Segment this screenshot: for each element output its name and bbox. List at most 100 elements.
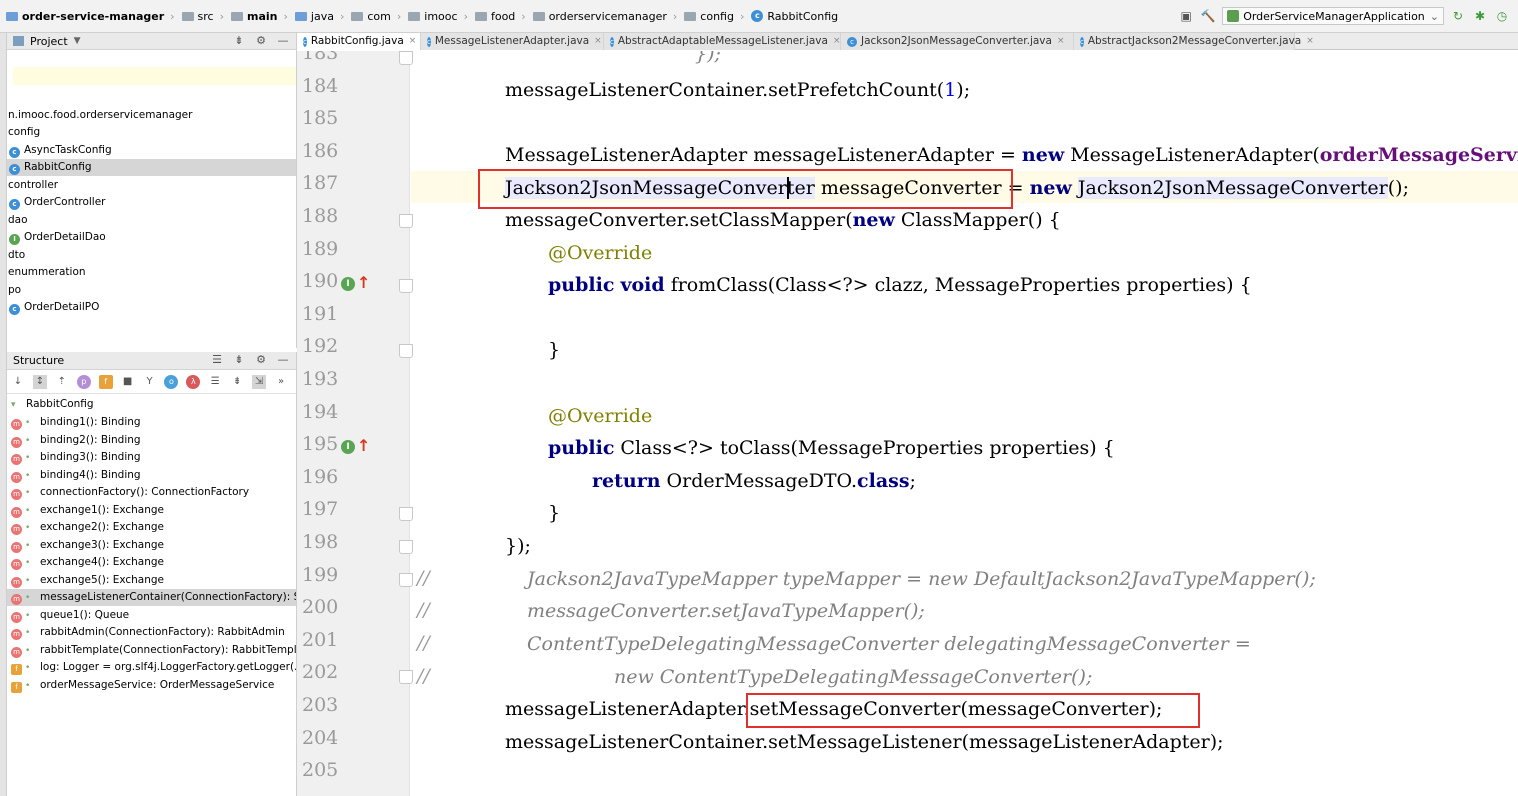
run-configuration-select[interactable]: OrderServiceManagerApplication ⌄ bbox=[1222, 7, 1444, 25]
project-tree-item[interactable]: dto bbox=[7, 247, 25, 264]
project-tree-item[interactable]: n.imooc.food.orderservicemanager bbox=[7, 107, 192, 124]
close-tab-icon[interactable]: × bbox=[1057, 33, 1065, 50]
breadcrumb-item[interactable]: config › bbox=[684, 10, 744, 23]
code-line-200: messageConverter.setJavaTypeMapper(); bbox=[527, 599, 925, 623]
project-icon bbox=[13, 36, 24, 46]
project-panel-header[interactable]: Project ▼ ⇟ ⚙ — bbox=[7, 33, 296, 50]
class-icon: c bbox=[9, 147, 20, 158]
breadcrumb-item[interactable]: order-service-manager › bbox=[6, 10, 175, 23]
breadcrumb-item[interactable]: c RabbitConfig bbox=[751, 10, 838, 23]
breadcrumb-item[interactable]: food › bbox=[474, 10, 526, 23]
code-token: } bbox=[548, 502, 561, 524]
filter-icon[interactable]: Y bbox=[143, 375, 157, 389]
sort-alpha-icon[interactable]: ↓ bbox=[11, 375, 25, 389]
breadcrumb-item[interactable]: com › bbox=[351, 10, 401, 23]
editor-tab[interactable]: c AbstractJackson2MessageConverter.java × bbox=[1074, 33, 1314, 50]
fold-marker-icon[interactable] bbox=[399, 279, 413, 294]
structure-member[interactable]: f • log: Logger = org.slf4j.LoggerFactory.… bbox=[7, 659, 296, 676]
project-tree-item[interactable]: config bbox=[7, 124, 40, 141]
show-lambdas-icon[interactable]: λ bbox=[186, 374, 201, 389]
hide-panel-icon[interactable]: — bbox=[276, 34, 290, 47]
breadcrumb-item[interactable]: orderservicemanager › bbox=[532, 10, 677, 23]
gear-icon[interactable]: ⚙ bbox=[254, 34, 268, 47]
fold-marker-icon[interactable] bbox=[399, 214, 413, 228]
structure-member[interactable]: m • messageListenerContainer(ConnectionFac… bbox=[7, 589, 296, 606]
structure-member[interactable]: m • queue1(): Queue bbox=[7, 607, 296, 624]
code-token: MessageListenerAdapter messageListenerAd… bbox=[505, 144, 1022, 166]
close-tab-icon[interactable]: × bbox=[409, 33, 417, 50]
project-tree-item[interactable]: enummeration bbox=[7, 264, 86, 281]
debug-bug-icon[interactable]: ✱ bbox=[1472, 8, 1488, 24]
breadcrumb-separator-icon: › bbox=[283, 9, 288, 23]
structure-member[interactable]: m • binding1(): Binding bbox=[7, 414, 296, 431]
autoscroll-icon[interactable]: ⇲ bbox=[252, 374, 267, 389]
project-tree-item[interactable]: c RabbitConfig bbox=[7, 159, 296, 176]
structure-panel-header[interactable]: Structure ☰ ⇟ ⚙ — bbox=[7, 352, 296, 370]
project-tree-item[interactable]: c OrderDetailPO bbox=[7, 299, 99, 316]
project-tree-item[interactable]: I OrderDetailDao bbox=[7, 229, 106, 246]
breadcrumb-item[interactable]: main › bbox=[231, 10, 288, 23]
coverage-icon[interactable]: ◷ bbox=[1494, 8, 1510, 24]
collapse-icon[interactable]: ⇟ bbox=[230, 375, 244, 389]
structure-member[interactable]: m • exchange1(): Exchange bbox=[7, 502, 296, 519]
editor-tab[interactable]: c MessageListenerAdapter.java × bbox=[421, 33, 604, 50]
close-tab-icon[interactable]: × bbox=[833, 33, 841, 50]
editor-tab[interactable]: c Jackson2JsonMessageConverter.java × bbox=[841, 33, 1074, 50]
editor-tab[interactable]: c AbstractAdaptableMessageListener.java × bbox=[604, 33, 841, 50]
show-fields-icon[interactable]: f bbox=[98, 374, 113, 389]
fold-marker-icon[interactable] bbox=[399, 670, 413, 685]
show-non-public-icon[interactable]: ■ bbox=[121, 375, 135, 389]
project-tree-item[interactable]: po bbox=[7, 282, 21, 299]
structure-member[interactable]: m • rabbitTemplate(ConnectionFactory): Rab… bbox=[7, 642, 296, 659]
fold-marker-icon[interactable] bbox=[399, 572, 413, 587]
project-tree-item[interactable]: c OrderController bbox=[7, 194, 106, 211]
layout-icon[interactable]: ▣ bbox=[1178, 8, 1194, 24]
structure-member[interactable]: m • exchange2(): Exchange bbox=[7, 519, 296, 536]
implements-method-icon[interactable]: I bbox=[341, 440, 355, 455]
breadcrumb-label: java bbox=[310, 9, 334, 23]
structure-member[interactable]: m • connectionFactory(): ConnectionFactory bbox=[7, 484, 296, 501]
structure-member[interactable]: m • binding3(): Binding bbox=[7, 449, 296, 466]
project-tree-item[interactable]: dao bbox=[7, 212, 28, 229]
show-properties-icon[interactable]: p bbox=[76, 374, 91, 389]
gear-icon[interactable]: ⚙ bbox=[254, 353, 268, 366]
structure-member[interactable]: m • rabbitAdmin(ConnectionFactory): Rabbit… bbox=[7, 624, 296, 641]
fold-marker-icon[interactable] bbox=[399, 540, 413, 554]
structure-member[interactable]: f • orderMessageService: OrderMessageServi… bbox=[7, 677, 296, 694]
more-icon[interactable]: » bbox=[274, 375, 288, 389]
implements-method-icon[interactable]: I bbox=[341, 277, 355, 292]
editor-tab[interactable]: c RabbitConfig.java × bbox=[297, 33, 421, 50]
show-inherited-icon[interactable]: ⇡ bbox=[55, 375, 69, 389]
sort-visibility-icon[interactable]: ↕ bbox=[32, 374, 47, 389]
collapse-all-icon[interactable]: ⇟ bbox=[232, 34, 246, 47]
line-number: 200 bbox=[302, 596, 339, 619]
structure-toolbar: ↓ ↕ ⇡ p f ■ Y o λ ☰ ⇟ ⇲ » bbox=[7, 370, 296, 394]
structure-root[interactable]: ▾ RabbitConfig bbox=[7, 396, 296, 413]
structure-member[interactable]: m • binding4(): Binding bbox=[7, 467, 296, 484]
breadcrumb-item[interactable]: imooc › bbox=[408, 10, 468, 23]
rerun-icon[interactable]: ↻ bbox=[1450, 8, 1466, 24]
close-tab-icon[interactable]: × bbox=[594, 33, 602, 50]
hide-panel-icon[interactable]: — bbox=[276, 353, 290, 366]
fold-marker-icon[interactable] bbox=[399, 344, 413, 359]
build-hammer-icon[interactable]: 🔨 bbox=[1200, 8, 1216, 24]
fold-marker-icon[interactable] bbox=[399, 51, 413, 65]
project-tree-item[interactable]: c AsyncTaskConfig bbox=[7, 142, 112, 159]
close-tab-icon[interactable]: × bbox=[1306, 33, 1314, 50]
breadcrumb-item[interactable]: java › bbox=[294, 9, 344, 23]
project-tree-item[interactable]: controller bbox=[7, 177, 58, 194]
structure-member[interactable]: m • exchange3(): Exchange bbox=[7, 537, 296, 554]
expand-all-icon[interactable]: ☰ bbox=[210, 353, 224, 366]
code-editor[interactable]: 183 184 185 186 187 188 189 190 191 192 193 194 195 1… bbox=[297, 51, 1518, 796]
code-token: ClassMapper() { bbox=[894, 209, 1061, 231]
left-tool-window-strip[interactable] bbox=[0, 33, 7, 796]
show-anonymous-icon[interactable]: o bbox=[164, 374, 179, 389]
collapse-all-icon[interactable]: ⇟ bbox=[232, 353, 246, 366]
fold-marker-icon[interactable] bbox=[399, 507, 413, 522]
structure-member[interactable]: m • binding2(): Binding bbox=[7, 432, 296, 449]
structure-member[interactable]: m • exchange5(): Exchange bbox=[7, 572, 296, 589]
structure-member[interactable]: m • exchange4(): Exchange bbox=[7, 554, 296, 571]
breadcrumb-item[interactable]: src › bbox=[181, 10, 224, 23]
breadcrumb-label: RabbitConfig bbox=[767, 9, 839, 23]
expand-icon[interactable]: ☰ bbox=[208, 375, 222, 389]
